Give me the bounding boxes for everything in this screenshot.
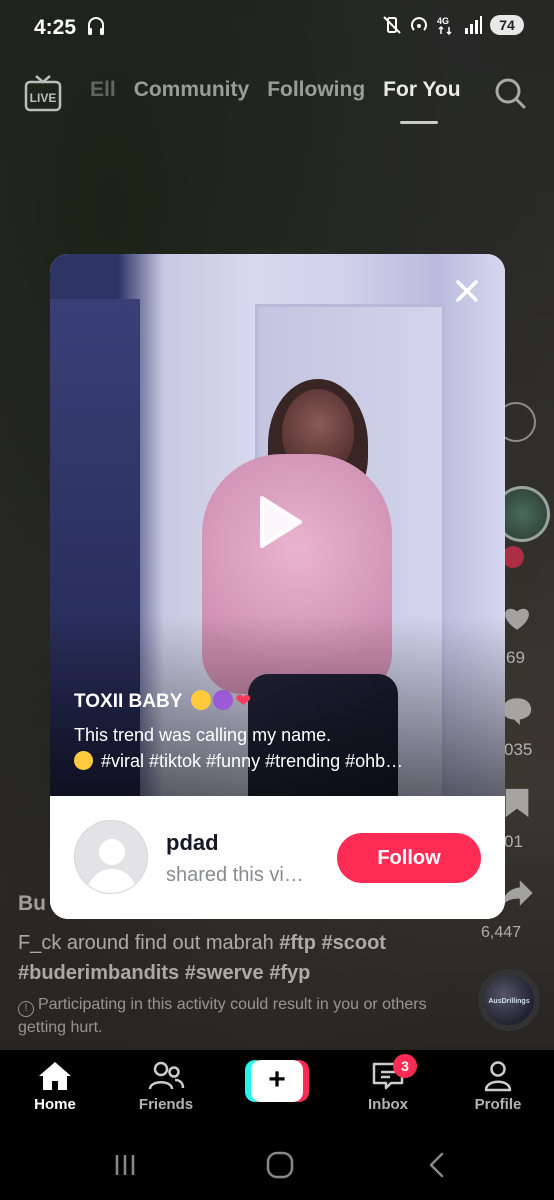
home-icon [39, 1062, 71, 1090]
home-nav-icon[interactable] [265, 1150, 295, 1180]
heart-emoji-icon: ❤ [235, 691, 252, 712]
play-icon[interactable] [254, 494, 304, 550]
bottom-tab-bar: Home Friends + Inbox 3 Profile [0, 1050, 554, 1126]
shared-video-title-text: TOXII BABY [74, 691, 183, 712]
shared-video-title: TOXII BABY ❤ [74, 690, 251, 713]
create-button[interactable]: + [245, 1060, 309, 1102]
shared-video-preview[interactable]: TOXII BABY ❤ This trend was calling my n… [50, 254, 505, 796]
follow-plus-icon[interactable] [502, 546, 524, 568]
status-time: 4:25 [34, 16, 77, 39]
battery-indicator: 74 [490, 15, 524, 35]
caption-line-1: This trend was calling my name. [74, 725, 332, 745]
info-icon: ! [18, 1001, 34, 1017]
recent-apps-icon[interactable] [110, 1150, 140, 1180]
back-icon[interactable] [422, 1150, 452, 1180]
tab-community[interactable]: Community [134, 78, 250, 102]
safety-warning-text: Participating in this activity could res… [18, 996, 427, 1036]
live-icon[interactable]: LIVE [24, 74, 62, 112]
search-icon[interactable] [493, 76, 527, 110]
post-hashtags-line2[interactable]: #buderimbandits #swerve #fyp [18, 962, 310, 984]
bookmark-icon[interactable] [502, 786, 532, 820]
sharer-name[interactable]: pdad [166, 830, 219, 856]
crying-emoji-icon [74, 751, 93, 770]
tab-inbox-label: Inbox [368, 1096, 408, 1113]
status-bar: 4:25 4G 74 [0, 0, 554, 56]
inbox-badge: 3 [393, 1054, 417, 1078]
signal-icon [465, 16, 482, 34]
profile-icon [484, 1061, 512, 1092]
post-description-text: F_ck around find out mabrah [18, 932, 274, 954]
comment-count: 035 [504, 740, 533, 759]
post-username[interactable]: Bu [18, 892, 46, 916]
headphone-icon [88, 17, 104, 35]
tab-friends-label: Friends [138, 1096, 194, 1113]
sharer-row: pdad shared this vi… Follow [50, 796, 505, 919]
hotspot-icon [411, 17, 427, 31]
svg-text:4G: 4G [437, 16, 449, 26]
post-description: F_ck around find out mabrah #ftp #scoot … [18, 928, 448, 988]
share-icon[interactable] [500, 876, 534, 910]
sharer-subtitle: shared this vi… [166, 864, 304, 886]
friends-icon [148, 1061, 185, 1090]
safety-warning: ! Participating in this activity could re… [18, 994, 438, 1038]
avatar-shoulders-shape [87, 869, 137, 893]
active-tab-indicator [400, 121, 438, 124]
tab-ell[interactable]: Ell [90, 78, 116, 102]
svg-text:LIVE: LIVE [30, 91, 57, 105]
plus-icon: + [251, 1060, 303, 1102]
tab-home-label: Home [34, 1096, 76, 1113]
vibrate-mute-icon [383, 16, 401, 34]
close-icon[interactable] [452, 276, 482, 306]
top-nav: LIVE Ell Community Following For You [0, 66, 554, 126]
status-icons: 4G 74 [382, 14, 524, 36]
bookmark-count: 01 [504, 832, 523, 851]
devil-emoji-icon [213, 690, 234, 710]
tab-home[interactable]: Home [10, 1060, 100, 1113]
comment-icon[interactable] [500, 694, 534, 728]
sharer-avatar[interactable] [74, 820, 148, 894]
system-nav-bar [0, 1126, 554, 1200]
sound-disc[interactable]: AusDrillings [478, 969, 540, 1031]
post-hashtags-line1[interactable]: #ftp #scoot [279, 932, 386, 954]
shared-video-caption: This trend was calling my name. #viral #… [74, 722, 484, 774]
tab-inbox[interactable]: Inbox 3 [343, 1054, 433, 1113]
like-count: 69 [506, 648, 525, 667]
tab-friends[interactable]: Friends [121, 1060, 211, 1113]
tab-profile-label: Profile [474, 1096, 522, 1113]
share-count: 6,447 [481, 924, 522, 941]
tab-profile[interactable]: Profile [453, 1060, 543, 1113]
caption-hashtags[interactable]: #viral #tiktok #funny #trending #ohb… [101, 751, 403, 771]
heart-eyes-emoji-icon [191, 690, 212, 710]
tab-for-you[interactable]: For You [383, 78, 460, 102]
shared-video-modal: TOXII BABY ❤ This trend was calling my n… [50, 254, 505, 919]
avatar-head-shape [99, 839, 125, 865]
tab-following[interactable]: Following [267, 78, 365, 102]
feed-tabs: Ell Community Following For You [90, 78, 461, 102]
network-4g-icon: 4G [437, 16, 452, 36]
follow-button[interactable]: Follow [337, 833, 481, 883]
sound-disc-label: AusDrillings [488, 998, 530, 1005]
like-icon[interactable] [500, 600, 534, 634]
